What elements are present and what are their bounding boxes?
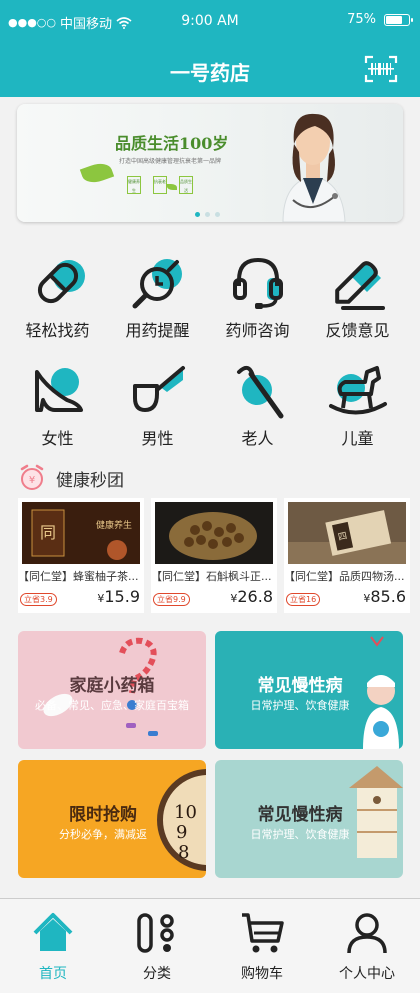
alarm-clock-icon: ¥ — [20, 464, 44, 490]
promo-card-flash-sale[interactable]: 10 9 8 限时抢购 分秒必争，满减返 — [18, 760, 206, 878]
product-image — [155, 502, 273, 564]
category-pharmacist-consult[interactable]: 药师咨询 — [205, 252, 310, 352]
card-title: 常见慢性病 — [257, 676, 343, 696]
carousel-indicator — [195, 212, 220, 217]
alarm-clock-icon — [132, 259, 182, 309]
walking-cane-icon — [237, 365, 284, 419]
promo-card-chronic-2[interactable]: 常见慢性病 日常护理、饮食健康 — [215, 760, 403, 878]
category-label: 轻松找药 — [25, 321, 90, 340]
battery-percent: 75% — [347, 12, 376, 27]
banner-tag: 健康养生 — [127, 176, 141, 194]
card-subtitle: 日常护理、饮食健康 — [250, 828, 350, 841]
banner-headline: 品质生活100岁 — [115, 134, 229, 153]
category-elderly[interactable]: 老人 — [205, 360, 310, 460]
card-title: 家庭小药箱 — [69, 676, 155, 696]
category-label: 女性 — [41, 429, 74, 448]
section-title: 健康秒团 — [56, 470, 124, 491]
flash-sale-header: ¥ 健康秒团 — [18, 464, 124, 492]
capsule-icon — [37, 260, 85, 304]
headset-icon — [233, 257, 283, 309]
tab-home[interactable]: 首页 — [13, 909, 93, 989]
product-price: ¥15.9 — [97, 587, 140, 606]
product-price: ¥26.8 — [230, 587, 273, 606]
tab-label: 首页 — [39, 966, 67, 982]
category-men[interactable]: 男性 — [105, 360, 210, 460]
card-title: 常见慢性病 — [257, 805, 343, 825]
tab-cart[interactable]: 购物车 — [222, 909, 302, 989]
card-subtitle: 日常护理、饮食健康 — [250, 699, 350, 712]
category-label: 儿童 — [341, 429, 374, 448]
discount-badge: 立省9.9 — [153, 593, 190, 606]
banner-tag: 抗衰老 — [153, 176, 167, 194]
battery-icon — [384, 13, 413, 26]
svg-text:健康养生: 健康养生 — [96, 519, 132, 531]
cart-icon — [242, 913, 284, 953]
card-title: 限时抢购 — [69, 805, 137, 825]
tab-profile[interactable]: 个人中心 — [327, 909, 407, 989]
category-medication-reminder[interactable]: 用药提醒 — [105, 252, 210, 352]
discount-badge: 立省3.9 — [20, 593, 57, 606]
home-icon — [33, 913, 73, 951]
carousel-dot[interactable] — [215, 212, 220, 217]
banner-subline: 打造中国高级健康管理抗衰老第一品牌 — [119, 158, 222, 165]
promo-banner[interactable]: 品质生活100岁 打造中国高级健康管理抗衰老第一品牌 健康养生 抗衰老 品质生活 — [17, 104, 403, 222]
product-image: 同 健康养生 — [22, 502, 140, 564]
svg-text:¥: ¥ — [29, 475, 35, 486]
tab-label: 购物车 — [241, 966, 283, 982]
svg-text:同: 同 — [40, 523, 56, 542]
promo-card-medicine-box[interactable]: 家庭小药箱 必备、常见、应急、家庭百宝箱 — [18, 631, 206, 749]
product-card[interactable]: 同 健康养生 【同仁堂】蜂蜜柚子茶... 立省3.9 ¥15.9 — [18, 498, 144, 613]
product-name: 【同仁堂】品质四物汤... — [284, 570, 405, 583]
high-heel-icon — [35, 368, 83, 412]
leaf-decoration — [79, 159, 115, 187]
category-feedback[interactable]: 反馈意见 — [305, 252, 410, 352]
product-image: 四 — [288, 502, 406, 564]
category-label: 老人 — [241, 429, 274, 448]
category-label: 男性 — [141, 429, 174, 448]
tab-label: 个人中心 — [339, 966, 395, 982]
page-title: 一号药店 — [170, 61, 250, 85]
card-subtitle: 分秒必争，满减返 — [59, 828, 147, 841]
app-header: ●●●○○ 中国移动 9:00 AM 75% 一号药店 — [0, 0, 420, 97]
product-name: 【同仁堂】石斛枫斗正... — [151, 570, 272, 583]
product-card[interactable]: 【同仁堂】石斛枫斗正... 立省9.9 ¥26.8 — [151, 498, 277, 613]
category-icon — [137, 913, 174, 953]
status-bar: ●●●○○ 中国移动 9:00 AM 75% — [0, 0, 420, 44]
category-label: 用药提醒 — [125, 321, 190, 340]
tab-category[interactable]: 分类 — [117, 909, 197, 989]
card-subtitle: 必备、常见、应急、家庭百宝箱 — [35, 699, 189, 712]
rocking-horse-icon — [329, 366, 387, 415]
tab-bar: 首页 分类 购物车 个人中心 — [0, 898, 420, 993]
tab-label: 分类 — [143, 966, 171, 982]
carousel-dot[interactable] — [205, 212, 210, 217]
doctor-photo — [282, 113, 346, 222]
product-name: 【同仁堂】蜂蜜柚子茶... — [18, 570, 139, 583]
category-label: 反馈意见 — [325, 321, 390, 340]
category-children[interactable]: 儿童 — [305, 360, 410, 460]
person-icon — [347, 913, 387, 954]
discount-badge: 立省16 — [286, 593, 321, 606]
category-women[interactable]: 女性 — [5, 360, 110, 460]
product-price: ¥85.6 — [363, 587, 406, 606]
svg-text:8: 8 — [178, 842, 189, 863]
banner-tag: 品质生活 — [179, 176, 193, 194]
pipe-icon — [133, 366, 185, 412]
promo-card-chronic-1[interactable]: 常见慢性病 日常护理、饮食健康 — [215, 631, 403, 749]
category-find-medicine[interactable]: 轻松找药 — [5, 252, 110, 352]
carousel-dot[interactable] — [195, 212, 200, 217]
banner-tags: 健康养生 抗衰老 品质生活 — [127, 176, 193, 194]
pencil-icon — [335, 261, 385, 310]
scan-icon[interactable] — [364, 54, 398, 84]
product-card[interactable]: 四 【同仁堂】品质四物汤... 立省16 ¥85.6 — [284, 498, 410, 613]
category-label: 药师咨询 — [225, 321, 290, 340]
